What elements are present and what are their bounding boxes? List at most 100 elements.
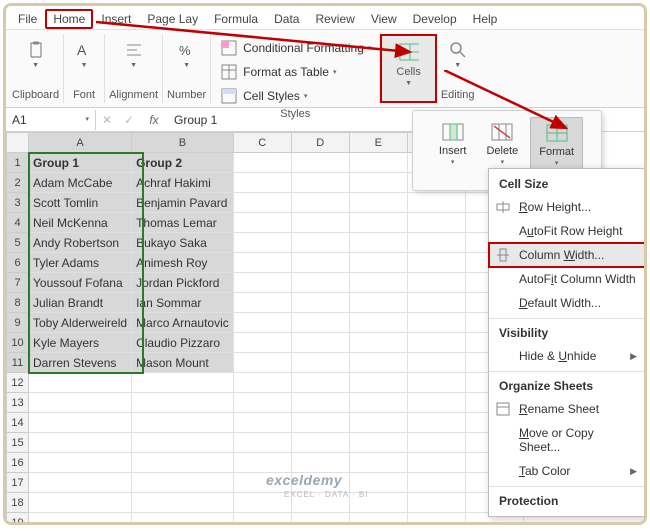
delete-cells-button[interactable]: Delete ▾: [478, 117, 526, 172]
cells-button[interactable]: Cells ▼: [386, 38, 430, 91]
cell[interactable]: [291, 213, 349, 233]
tab-help[interactable]: Help: [465, 9, 506, 29]
ctx-autofit-column-width[interactable]: AutoFit Column Width: [489, 267, 647, 291]
cell[interactable]: [291, 153, 349, 173]
cell[interactable]: [407, 213, 465, 233]
cell[interactable]: [407, 253, 465, 273]
column-header[interactable]: B: [132, 133, 234, 153]
row-header[interactable]: 2: [7, 173, 29, 193]
editing-button[interactable]: ▼: [442, 36, 474, 73]
name-box[interactable]: A1 ▾: [6, 110, 96, 130]
cell[interactable]: [29, 493, 132, 513]
cell[interactable]: Tyler Adams: [29, 253, 132, 273]
tab-develop[interactable]: Develop: [405, 9, 465, 29]
cell[interactable]: [233, 253, 291, 273]
cell[interactable]: [29, 433, 132, 453]
tab-data[interactable]: Data: [266, 9, 307, 29]
cell[interactable]: [233, 293, 291, 313]
cell[interactable]: [291, 233, 349, 253]
cell[interactable]: Animesh Roy: [132, 253, 234, 273]
cell[interactable]: Julian Brandt: [29, 293, 132, 313]
tab-insert[interactable]: Insert: [93, 9, 139, 29]
cell[interactable]: [291, 393, 349, 413]
cell[interactable]: [233, 313, 291, 333]
cell[interactable]: [407, 453, 465, 473]
row-header[interactable]: 4: [7, 213, 29, 233]
cell[interactable]: [349, 233, 407, 253]
row-header[interactable]: 10: [7, 333, 29, 353]
cell[interactable]: [233, 193, 291, 213]
row-header[interactable]: 13: [7, 393, 29, 413]
cell[interactable]: [132, 413, 234, 433]
row-header[interactable]: 3: [7, 193, 29, 213]
cell[interactable]: [349, 153, 407, 173]
cell[interactable]: [349, 313, 407, 333]
cell[interactable]: [407, 373, 465, 393]
cell[interactable]: Group 1: [29, 153, 132, 173]
cell[interactable]: [349, 273, 407, 293]
cell[interactable]: [233, 173, 291, 193]
cell[interactable]: [291, 313, 349, 333]
cell[interactable]: [407, 473, 465, 493]
cell[interactable]: [407, 493, 465, 513]
cell[interactable]: [407, 513, 465, 526]
row-header[interactable]: 12: [7, 373, 29, 393]
fx-icon[interactable]: fx: [140, 113, 168, 127]
row-header[interactable]: 18: [7, 493, 29, 513]
cell[interactable]: Adam McCabe: [29, 173, 132, 193]
font-button[interactable]: A ▼: [68, 36, 100, 73]
cell[interactable]: Mason Mount: [132, 353, 234, 373]
cell[interactable]: Darren Stevens: [29, 353, 132, 373]
cell[interactable]: [29, 513, 132, 526]
cell[interactable]: [349, 293, 407, 313]
row-header[interactable]: 1: [7, 153, 29, 173]
ctx-rename-sheet[interactable]: Rename Sheet: [489, 397, 647, 421]
cell[interactable]: Kyle Mayers: [29, 333, 132, 353]
tab-formula[interactable]: Formula: [206, 9, 266, 29]
cell[interactable]: [291, 273, 349, 293]
cell[interactable]: [233, 333, 291, 353]
cell[interactable]: [349, 173, 407, 193]
cell[interactable]: [233, 413, 291, 433]
cell[interactable]: [407, 313, 465, 333]
cell[interactable]: [349, 453, 407, 473]
cell[interactable]: [132, 453, 234, 473]
row-header[interactable]: 16: [7, 453, 29, 473]
row-header[interactable]: 5: [7, 233, 29, 253]
cell[interactable]: [132, 473, 234, 493]
cell[interactable]: [291, 173, 349, 193]
cell[interactable]: [233, 153, 291, 173]
column-header[interactable]: E: [349, 133, 407, 153]
select-all-corner[interactable]: [7, 133, 29, 153]
cell[interactable]: [29, 393, 132, 413]
cell[interactable]: [291, 373, 349, 393]
cell[interactable]: [132, 493, 234, 513]
ctx-hide-unhide[interactable]: Hide & Unhide ▶: [489, 344, 647, 368]
cell[interactable]: [291, 193, 349, 213]
row-header[interactable]: 8: [7, 293, 29, 313]
cell[interactable]: [407, 273, 465, 293]
cell[interactable]: [407, 413, 465, 433]
cell[interactable]: [349, 513, 407, 526]
ctx-column-width[interactable]: Column Width...: [489, 243, 647, 267]
cell[interactable]: Marco Arnautovic: [132, 313, 234, 333]
ctx-row-height[interactable]: Row Height...: [489, 195, 647, 219]
cell-styles-button[interactable]: Cell Styles ▾: [215, 84, 375, 108]
cell[interactable]: [349, 213, 407, 233]
cell[interactable]: [29, 453, 132, 473]
row-header[interactable]: 6: [7, 253, 29, 273]
row-header[interactable]: 14: [7, 413, 29, 433]
cell[interactable]: [349, 413, 407, 433]
cell[interactable]: [407, 393, 465, 413]
cell[interactable]: Youssouf Fofana: [29, 273, 132, 293]
format-cells-button[interactable]: Format ▾: [530, 117, 583, 172]
cell[interactable]: [349, 373, 407, 393]
cell[interactable]: [349, 253, 407, 273]
number-button[interactable]: % ▼: [171, 36, 203, 73]
cell[interactable]: [349, 333, 407, 353]
cell[interactable]: [291, 333, 349, 353]
cell[interactable]: Bukayo Saka: [132, 233, 234, 253]
cell[interactable]: [29, 373, 132, 393]
cell[interactable]: [132, 393, 234, 413]
cell[interactable]: Ian Sommar: [132, 293, 234, 313]
